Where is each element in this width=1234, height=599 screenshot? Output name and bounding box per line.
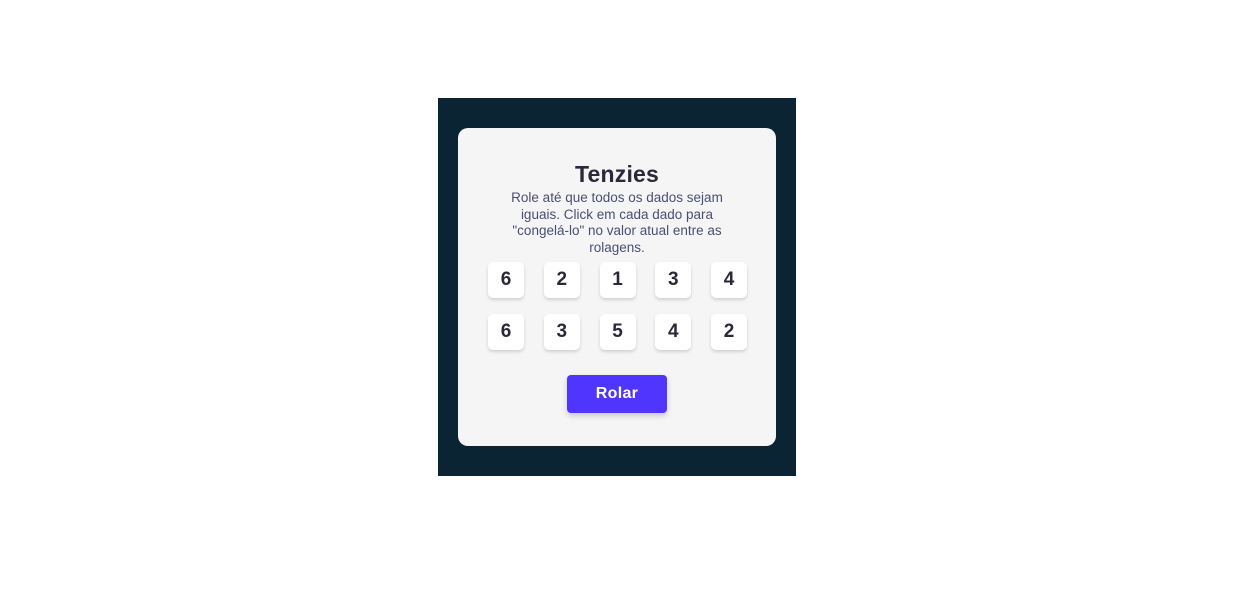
instructions-text: Role até que todos os dados sejam iguais… bbox=[511, 190, 723, 255]
die-4[interactable]: 3 bbox=[655, 262, 692, 298]
roll-button[interactable]: Rolar bbox=[567, 375, 667, 413]
die-7[interactable]: 3 bbox=[543, 314, 580, 350]
die-5[interactable]: 4 bbox=[711, 262, 747, 298]
die-8[interactable]: 5 bbox=[599, 314, 636, 350]
die-9[interactable]: 4 bbox=[655, 314, 692, 350]
app-container: Tenzies Role até que todos os dados seja… bbox=[438, 98, 796, 476]
page-title: Tenzies bbox=[574, 161, 660, 187]
die-10[interactable]: 2 bbox=[711, 314, 747, 350]
die-1[interactable]: 6 bbox=[488, 262, 524, 298]
die-3[interactable]: 1 bbox=[599, 262, 636, 298]
die-6[interactable]: 6 bbox=[488, 314, 524, 350]
dice-grid: 6 2 1 3 4 6 3 5 4 2 bbox=[488, 262, 747, 350]
die-2[interactable]: 2 bbox=[543, 262, 580, 298]
game-card: Tenzies Role até que todos os dados seja… bbox=[458, 128, 776, 446]
